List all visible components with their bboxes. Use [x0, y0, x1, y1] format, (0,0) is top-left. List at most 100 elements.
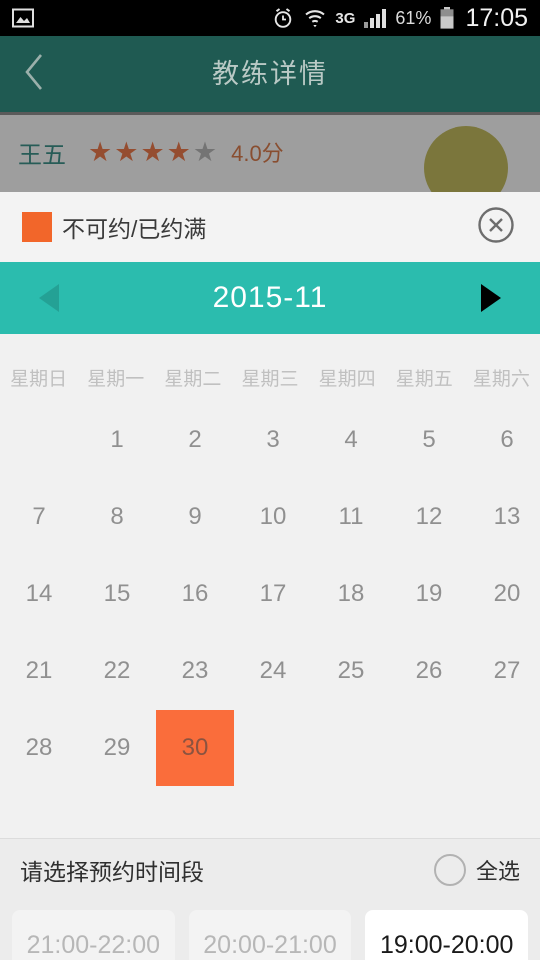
- calendar-day-label: 17: [259, 579, 287, 607]
- calendar-day-label: 4: [344, 425, 358, 453]
- calendar-day-label: 1: [110, 425, 124, 453]
- weekday-label: 星期四: [318, 369, 376, 390]
- calendar-day-blocked: 30: [156, 709, 234, 786]
- close-circle-icon: [476, 205, 516, 250]
- legend-label: 不可约/已约满: [62, 216, 207, 242]
- calendar-day-cell[interactable]: 19: [390, 555, 468, 632]
- calendar-day-label: 9: [188, 502, 202, 530]
- calendar-day-cell[interactable]: 15: [78, 555, 156, 632]
- calendar-day-label: [0, 402, 78, 478]
- calendar-day-label: 3: [266, 425, 280, 453]
- time-picker-header: 请选择预约时间段 全选: [0, 838, 540, 900]
- status-bar-clock: 17:05: [465, 3, 528, 32]
- legend-bar: 不可约/已约满: [0, 192, 540, 262]
- next-arrow-icon: [481, 284, 501, 312]
- time-slot-row: 21:00-22:00 20:00-21:00 19:00-20:00: [0, 900, 540, 960]
- calendar-day-cell[interactable]: 11: [312, 478, 390, 555]
- calendar-day-cell[interactable]: 24: [234, 632, 312, 709]
- calendar-day-cell[interactable]: 21: [0, 632, 78, 709]
- calendar-day-cell[interactable]: 13: [468, 478, 540, 555]
- image-icon: [12, 7, 34, 29]
- calendar-day-label: 13: [493, 502, 521, 530]
- star-icon: ★: [88, 136, 113, 167]
- calendar-day-cell[interactable]: 23: [156, 632, 234, 709]
- prev-month-button[interactable]: [26, 275, 72, 321]
- weekday-label: 星期日: [10, 369, 68, 390]
- calendar-day-cell[interactable]: 16: [156, 555, 234, 632]
- weekday-label: 星期二: [164, 369, 222, 390]
- calendar-day-cell[interactable]: 7: [0, 478, 78, 555]
- calendar-day-cell[interactable]: 25: [312, 632, 390, 709]
- weekday-label: 星期三: [241, 369, 299, 390]
- calendar-day-cell[interactable]: 28: [0, 709, 78, 786]
- booking-sheet: 不可约/已约满 2015-11 星期日 星期一 星期二 星期三 星期四 星期五 …: [0, 192, 540, 960]
- calendar-day-cell[interactable]: 9: [156, 478, 234, 555]
- star-icon: ★: [140, 136, 165, 167]
- calendar-day-cell: [0, 401, 78, 478]
- calendar-day-cell[interactable]: 10: [234, 478, 312, 555]
- calendar-day-cell[interactable]: 5: [390, 401, 468, 478]
- calendar-day-cell[interactable]: 14: [0, 555, 78, 632]
- calendar-day-cell[interactable]: 2: [156, 401, 234, 478]
- next-month-button[interactable]: [468, 275, 514, 321]
- legend-color-swatch: [22, 212, 52, 242]
- app-root: 3G 61% 17:05 教练详情 王五 ★ ★ ★ ★ ★ 4.0分 不可约/…: [0, 0, 540, 960]
- select-all-control[interactable]: 全选: [433, 853, 520, 886]
- weekday-label: 星期六: [472, 369, 530, 390]
- calendar-day-label: 25: [337, 656, 365, 684]
- network-type-label: 3G: [335, 9, 356, 27]
- weekday-label: 星期五: [395, 369, 453, 390]
- calendar-day-label: 8: [110, 502, 124, 530]
- calendar-day-label: 10: [259, 502, 287, 530]
- star-icon: ★: [114, 136, 139, 167]
- star-icon-empty: ★: [192, 136, 218, 167]
- calendar-day-label: 15: [103, 579, 131, 607]
- page-title: 教练详情: [212, 59, 328, 89]
- calendar-day-cell[interactable]: 27: [468, 632, 540, 709]
- battery-icon: [439, 6, 455, 30]
- calendar-day-cell[interactable]: 3: [234, 401, 312, 478]
- battery-percent-label: 61%: [395, 7, 432, 28]
- calendar-day-label: 26: [415, 656, 443, 684]
- status-bar: 3G 61% 17:05: [0, 0, 540, 36]
- calendar-days-grid: 1 2 3 4 5 6 7 8 9 10 11 12 13 14 15 16 17 18 19 20 21 22 23 24 2…: [0, 401, 540, 786]
- calendar-day-label: 12: [415, 502, 443, 530]
- star-icon: ★: [166, 136, 191, 167]
- status-bar-right: 3G 61% 17:05: [271, 4, 528, 33]
- calendar-day-label: 19: [415, 579, 443, 607]
- weekday-header-row: 星期日 星期一 星期二 星期三 星期四 星期五 星期六: [0, 350, 540, 401]
- calendar-day-cell[interactable]: 26: [390, 632, 468, 709]
- calendar-day-label: 6: [500, 425, 514, 453]
- calendar-day-label: 28: [25, 733, 53, 761]
- month-navigation-bar: 2015-11: [0, 262, 540, 334]
- calendar-day-cell[interactable]: 30: [156, 709, 234, 786]
- app-header: 教练详情: [0, 36, 540, 112]
- time-slot-chip[interactable]: 19:00-20:00: [365, 910, 529, 960]
- close-button[interactable]: [474, 205, 518, 249]
- calendar-day-label: 22: [103, 656, 131, 684]
- calendar-day-label: 18: [337, 579, 365, 607]
- calendar-day-cell[interactable]: 12: [390, 478, 468, 555]
- select-all-checkbox[interactable]: [433, 853, 466, 886]
- wifi-icon: [303, 6, 327, 30]
- calendar-day-cell[interactable]: 6: [468, 401, 540, 478]
- calendar-day-cell[interactable]: 18: [312, 555, 390, 632]
- calendar-day-cell[interactable]: 29: [78, 709, 156, 786]
- calendar-day-label: 5: [422, 425, 436, 453]
- calendar-day-cell[interactable]: 17: [234, 555, 312, 632]
- calendar-day-label: 23: [181, 656, 209, 684]
- calendar-day-cell[interactable]: 22: [78, 632, 156, 709]
- calendar-day-cell[interactable]: 1: [78, 401, 156, 478]
- calendar-day-label: 16: [181, 579, 209, 607]
- alarm-clock-icon: [271, 6, 295, 30]
- calendar-day-label: 29: [103, 733, 131, 761]
- calendar-day-label: 7: [32, 502, 46, 530]
- time-slot-chip[interactable]: 21:00-22:00: [12, 910, 175, 960]
- calendar-day-label: 20: [493, 579, 521, 607]
- calendar-day-cell[interactable]: 8: [78, 478, 156, 555]
- time-slot-chip[interactable]: 20:00-21:00: [188, 910, 352, 960]
- calendar-day-label: 11: [338, 502, 364, 530]
- calendar-day-cell[interactable]: 20: [468, 555, 540, 632]
- calendar-day-label: 14: [25, 579, 53, 607]
- calendar-day-cell[interactable]: 4: [312, 401, 390, 478]
